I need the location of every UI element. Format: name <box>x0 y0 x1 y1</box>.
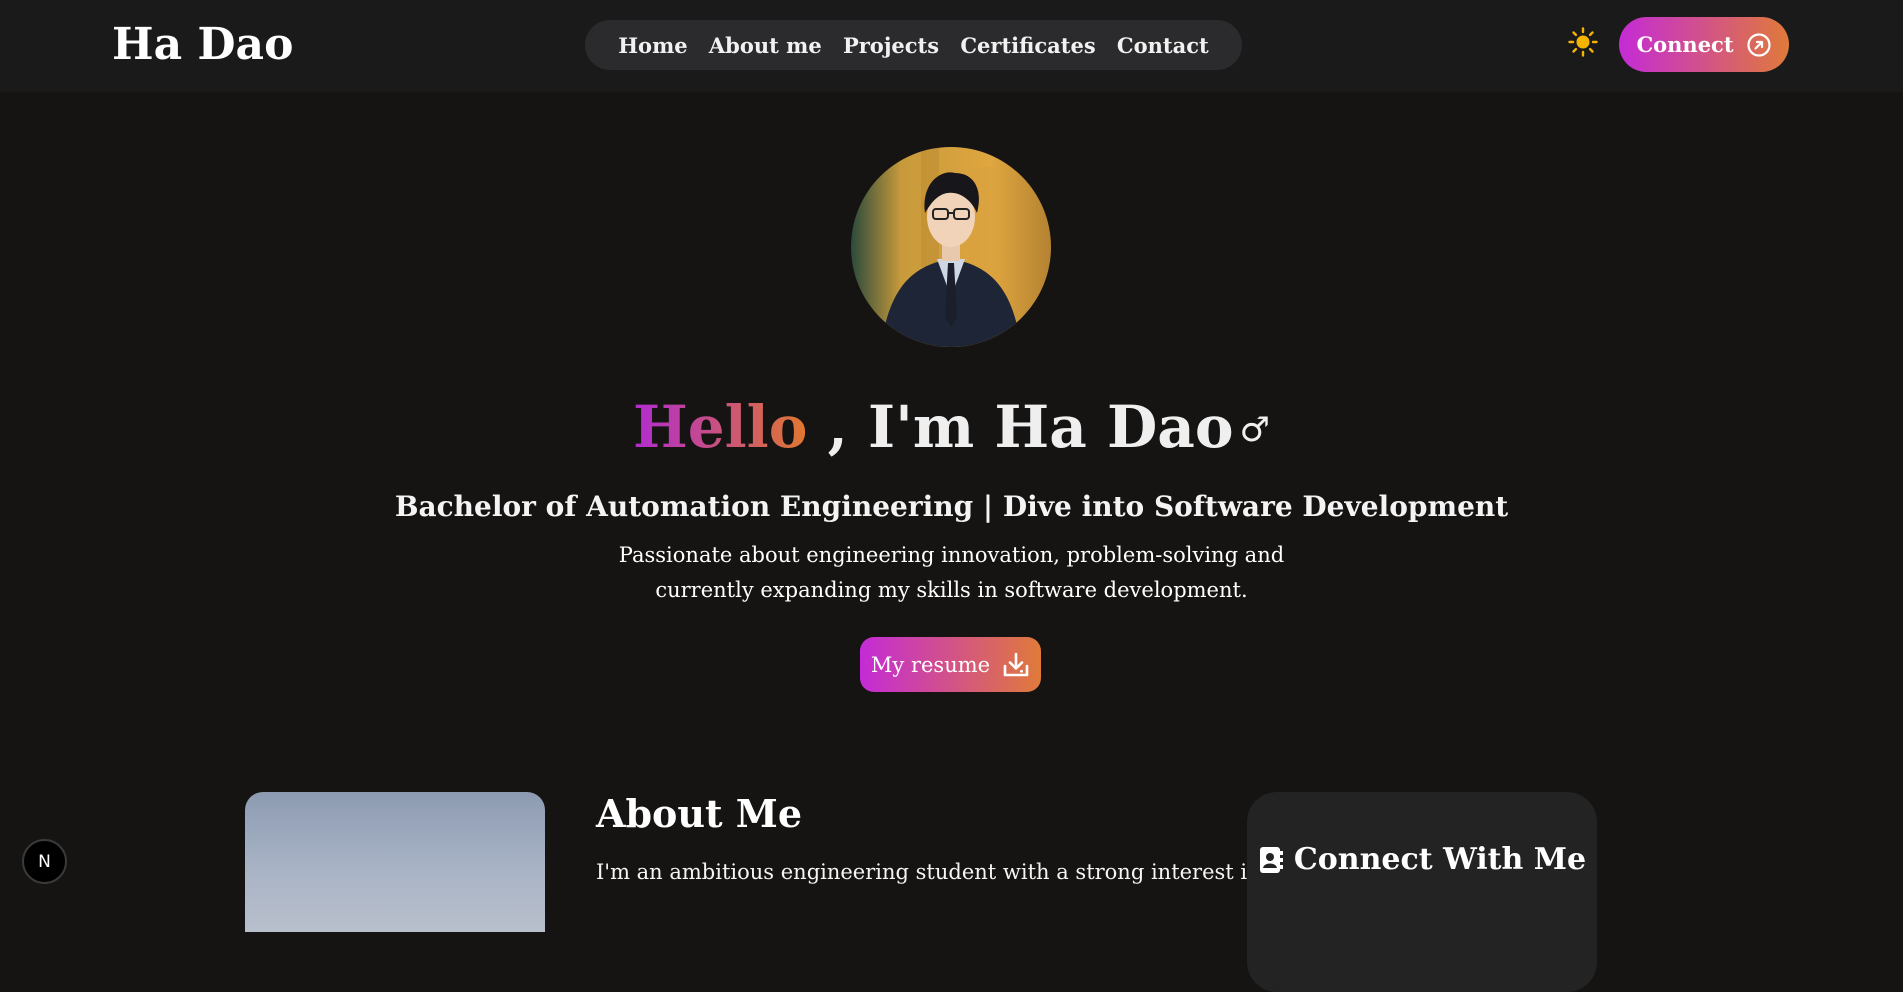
about-heading: About Me <box>596 791 803 836</box>
connect-card-heading: Connect With Me <box>1247 842 1597 877</box>
nav-projects[interactable]: Projects <box>843 33 939 58</box>
arrow-up-right-circle-icon <box>1746 32 1771 57</box>
profile-photo <box>851 147 1051 347</box>
nav-home[interactable]: Home <box>618 33 687 58</box>
male-symbol-icon: ♂ <box>1239 410 1271 450</box>
resume-download-button[interactable]: My resume <box>860 637 1041 692</box>
main-nav: Home About me Projects Certificates Cont… <box>585 20 1242 70</box>
top-navbar: Ha Dao Home About me Projects Certificat… <box>0 0 1903 92</box>
about-text-line: I'm an ambitious engineering student wit… <box>596 860 1261 884</box>
profile-avatar <box>851 147 1051 347</box>
sun-icon <box>1568 27 1598 57</box>
resume-button-label: My resume <box>870 652 991 677</box>
nav-about-me[interactable]: About me <box>709 33 822 58</box>
connect-button[interactable]: Connect <box>1619 17 1789 72</box>
hero-heading: Hello , I'm Ha Dao ♂ <box>0 392 1903 465</box>
connect-button-label: Connect <box>1636 32 1734 57</box>
connect-card-title: Connect With Me <box>1293 842 1587 877</box>
hero-description: Passionate about engineering innovation,… <box>0 538 1903 608</box>
about-paragraph: I'm an ambitious engineering student wit… <box>596 858 1261 886</box>
hero-greeting: Hello <box>632 393 808 461</box>
hero-name: , I'm Ha Dao <box>807 393 1234 461</box>
nav-contact[interactable]: Contact <box>1117 33 1209 58</box>
site-logo[interactable]: Ha Dao <box>112 16 293 74</box>
nextjs-badge-button[interactable]: N <box>22 839 67 884</box>
connect-with-me-card: Connect With Me <box>1247 792 1597 992</box>
hero-description-line: Passionate about engineering innovation,… <box>618 543 1285 567</box>
hero-description-line: currently expanding my skills in softwar… <box>655 578 1248 602</box>
contact-book-icon <box>1259 846 1283 873</box>
theme-toggle-button[interactable] <box>1567 26 1599 58</box>
about-photo <box>245 792 545 932</box>
n-letter: N <box>38 851 51 872</box>
nav-certificates[interactable]: Certificates <box>960 33 1095 58</box>
hero-subtitle: Bachelor of Automation Engineering | Div… <box>394 490 1509 523</box>
download-icon <box>1003 652 1029 676</box>
